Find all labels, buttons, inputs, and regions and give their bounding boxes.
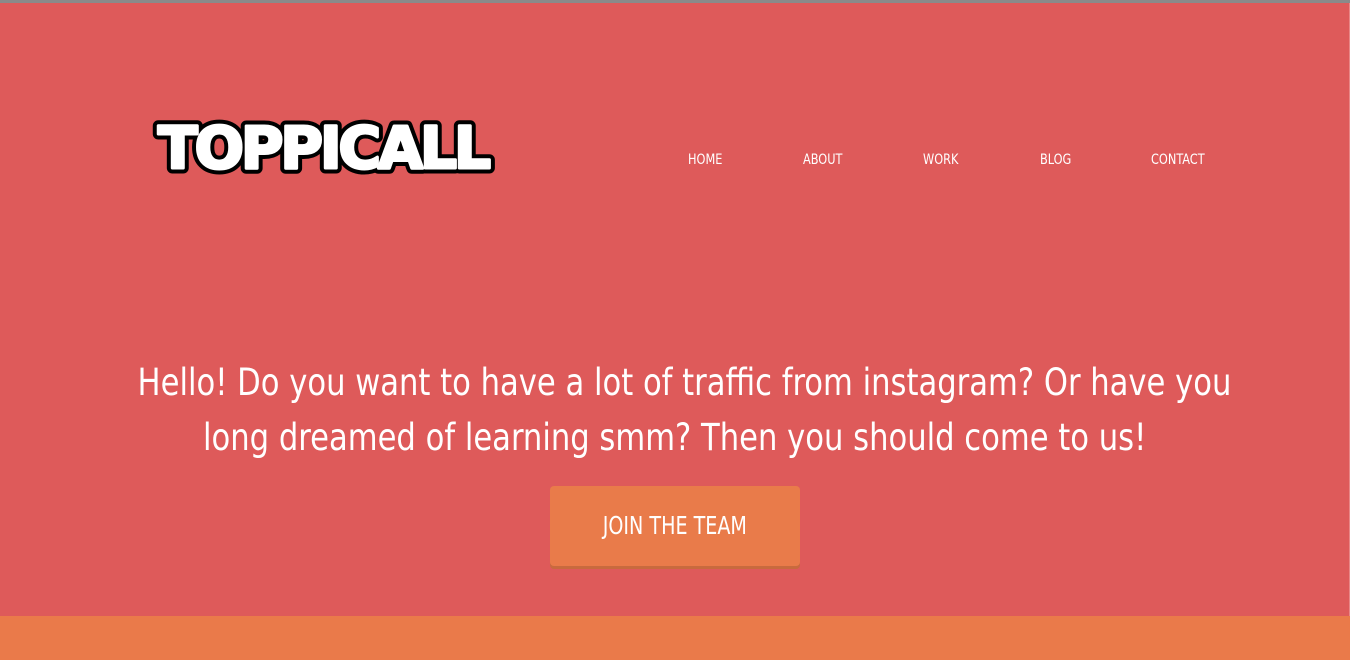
join-the-team-button[interactable]: JOIN THE TEAM	[550, 486, 800, 566]
nav-item-work[interactable]: WORK	[923, 152, 958, 168]
next-section-band	[0, 616, 1350, 660]
hero-headline-line2: long dreamed of learning smm? Then you s…	[203, 416, 1147, 459]
nav-item-blog[interactable]: BLOG	[1040, 152, 1071, 168]
brand-logo[interactable]: TOPPICALL TOPPICALL	[150, 108, 497, 185]
nav-item-about[interactable]: ABOUT	[803, 152, 842, 168]
page: TOPPICALL TOPPICALL HOME ABOUT WORK BLOG…	[0, 0, 1350, 660]
join-the-team-label: JOIN THE TEAM	[602, 511, 748, 540]
nav-item-home[interactable]: HOME	[688, 152, 722, 168]
logo-text: TOPPICALL	[158, 114, 490, 182]
hero-headline: Hello! Do you want to have a lot of traf…	[90, 355, 1260, 465]
hero-headline-line1: Hello! Do you want to have a lot of traf…	[137, 361, 1232, 404]
nav-item-contact[interactable]: CONTACT	[1151, 152, 1205, 168]
